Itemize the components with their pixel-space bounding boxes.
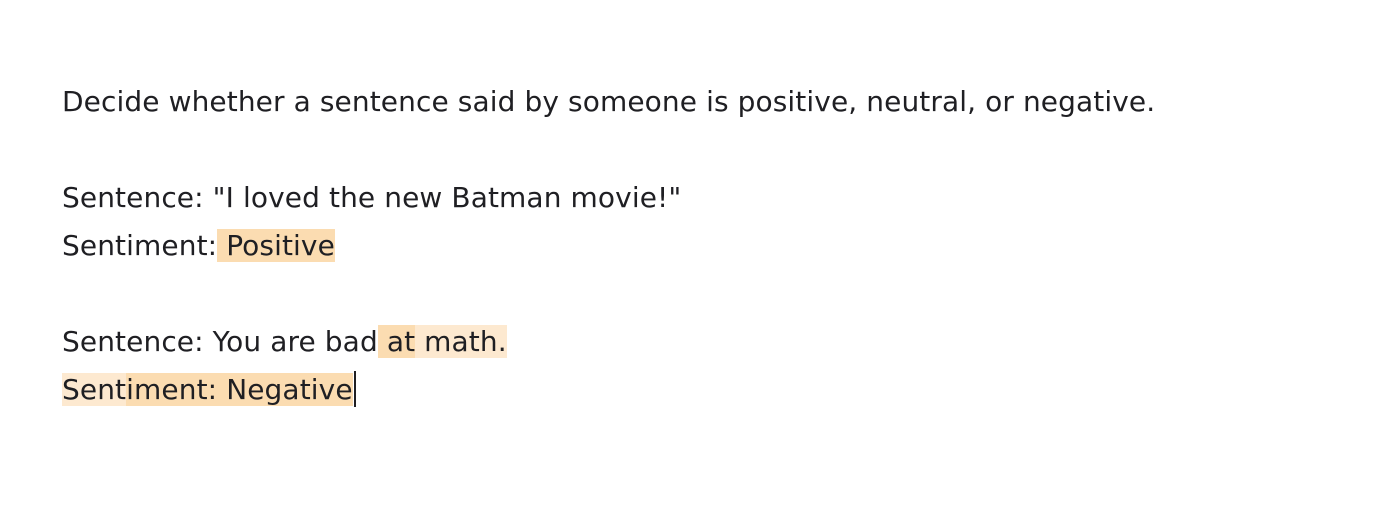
text-caret — [353, 371, 356, 407]
prompt-editor[interactable]: Decide whether a sentence said by someon… — [0, 0, 1394, 512]
example1-sentiment-token: Positive — [217, 229, 335, 262]
example2-sentiment-token-2: iment: — [126, 373, 218, 406]
example2-sentiment-token-3: Negative — [217, 373, 353, 406]
example1-sentiment-prefix: Sentiment: — [62, 229, 218, 262]
example2-sentence-line: Sentence: You are bad at math. — [26, 270, 1394, 358]
example2-sentence-prefix: Sentence: You are bad — [62, 325, 378, 358]
example2-token-at: at — [377, 325, 416, 358]
example1-sentence-text: "I loved the new Batman movie!" — [212, 181, 682, 214]
example1-sentence-line: Sentence: "I loved the new Batman movie!… — [26, 126, 1394, 214]
example2-token-math: math. — [415, 325, 507, 358]
instruction-text: Decide whether a sentence said by someon… — [62, 85, 1156, 118]
instruction-line: Decide whether a sentence said by someon… — [26, 30, 1394, 118]
example2-sentiment-token-1: Sent — [62, 373, 127, 406]
example1-sentence-prefix: Sentence: — [62, 181, 213, 214]
